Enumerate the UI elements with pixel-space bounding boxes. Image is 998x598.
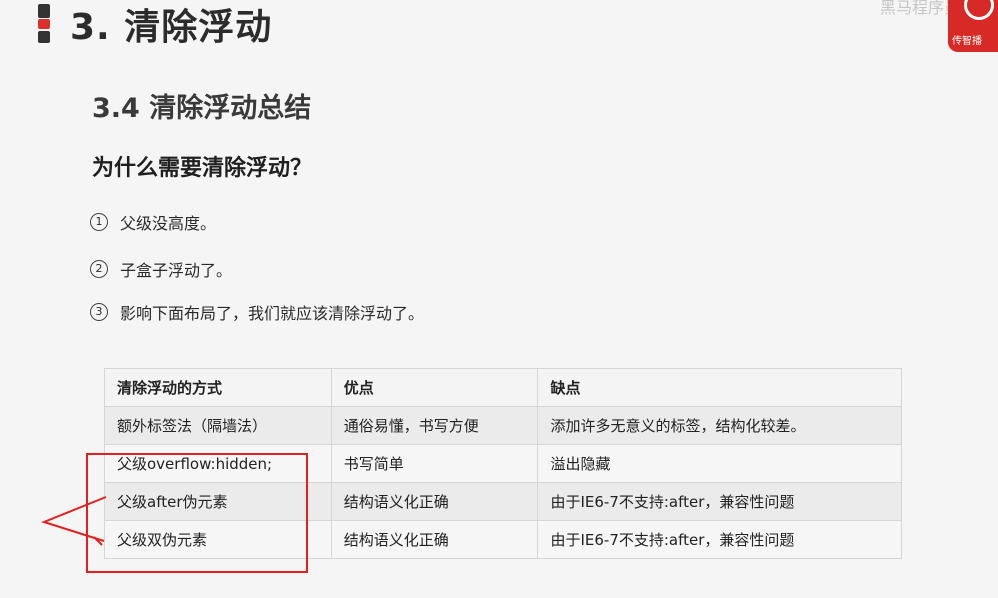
header-method: 清除浮动的方式 bbox=[104, 368, 332, 407]
circled-number-1: 1 bbox=[90, 213, 108, 231]
reason-item-2: 2 子盒子浮动了。 bbox=[90, 257, 232, 281]
table-header-row: 清除浮动的方式 优点 缺点 bbox=[104, 368, 902, 407]
cell-pros: 通俗易懂，书写方便 bbox=[330, 406, 539, 445]
reason-text: 子盒子浮动了。 bbox=[120, 261, 233, 280]
header-pros: 优点 bbox=[330, 368, 539, 407]
table-row: 额外标签法（隔墙法） 通俗易懂，书写方便 添加许多无意义的标签，结构化较差。 bbox=[104, 406, 902, 445]
cell-pros: 书写简单 bbox=[330, 444, 539, 483]
cell-cons: 由于IE6-7不支持:after，兼容性问题 bbox=[537, 520, 902, 559]
cell-pros: 结构语义化正确 bbox=[330, 520, 539, 559]
section-subtitle: 3.4 清除浮动总结 bbox=[92, 93, 312, 124]
reason-text: 影响下面布局了，我们就应该清除浮动了。 bbox=[120, 304, 425, 323]
brand-logo: 传智播 bbox=[948, 0, 998, 52]
cell-method: 额外标签法（隔墙法） bbox=[104, 406, 332, 445]
header-cons: 缺点 bbox=[537, 368, 902, 407]
annotation-box bbox=[86, 453, 308, 573]
reason-item-3: 3 影响下面布局了，我们就应该清除浮动了。 bbox=[90, 300, 424, 324]
main-title: 3. 清除浮动 bbox=[70, 7, 273, 48]
circled-number-3: 3 bbox=[90, 303, 108, 321]
title-marker-middle bbox=[38, 19, 50, 29]
cell-cons: 溢出隐藏 bbox=[537, 444, 902, 483]
circled-number-2: 2 bbox=[90, 260, 108, 278]
logo-text: 传智播 bbox=[952, 36, 982, 47]
reason-item-1: 1 父级没高度。 bbox=[90, 210, 216, 234]
cell-cons: 由于IE6-7不支持:after，兼容性问题 bbox=[537, 482, 902, 521]
logo-circle-icon bbox=[964, 0, 994, 20]
title-marker-top bbox=[38, 4, 50, 18]
reason-text: 父级没高度。 bbox=[120, 214, 217, 233]
cell-pros: 结构语义化正确 bbox=[330, 482, 539, 521]
title-marker-bottom bbox=[38, 31, 50, 43]
question-heading: 为什么需要清除浮动？ bbox=[92, 156, 313, 181]
cell-cons: 添加许多无意义的标签，结构化较差。 bbox=[537, 406, 902, 445]
